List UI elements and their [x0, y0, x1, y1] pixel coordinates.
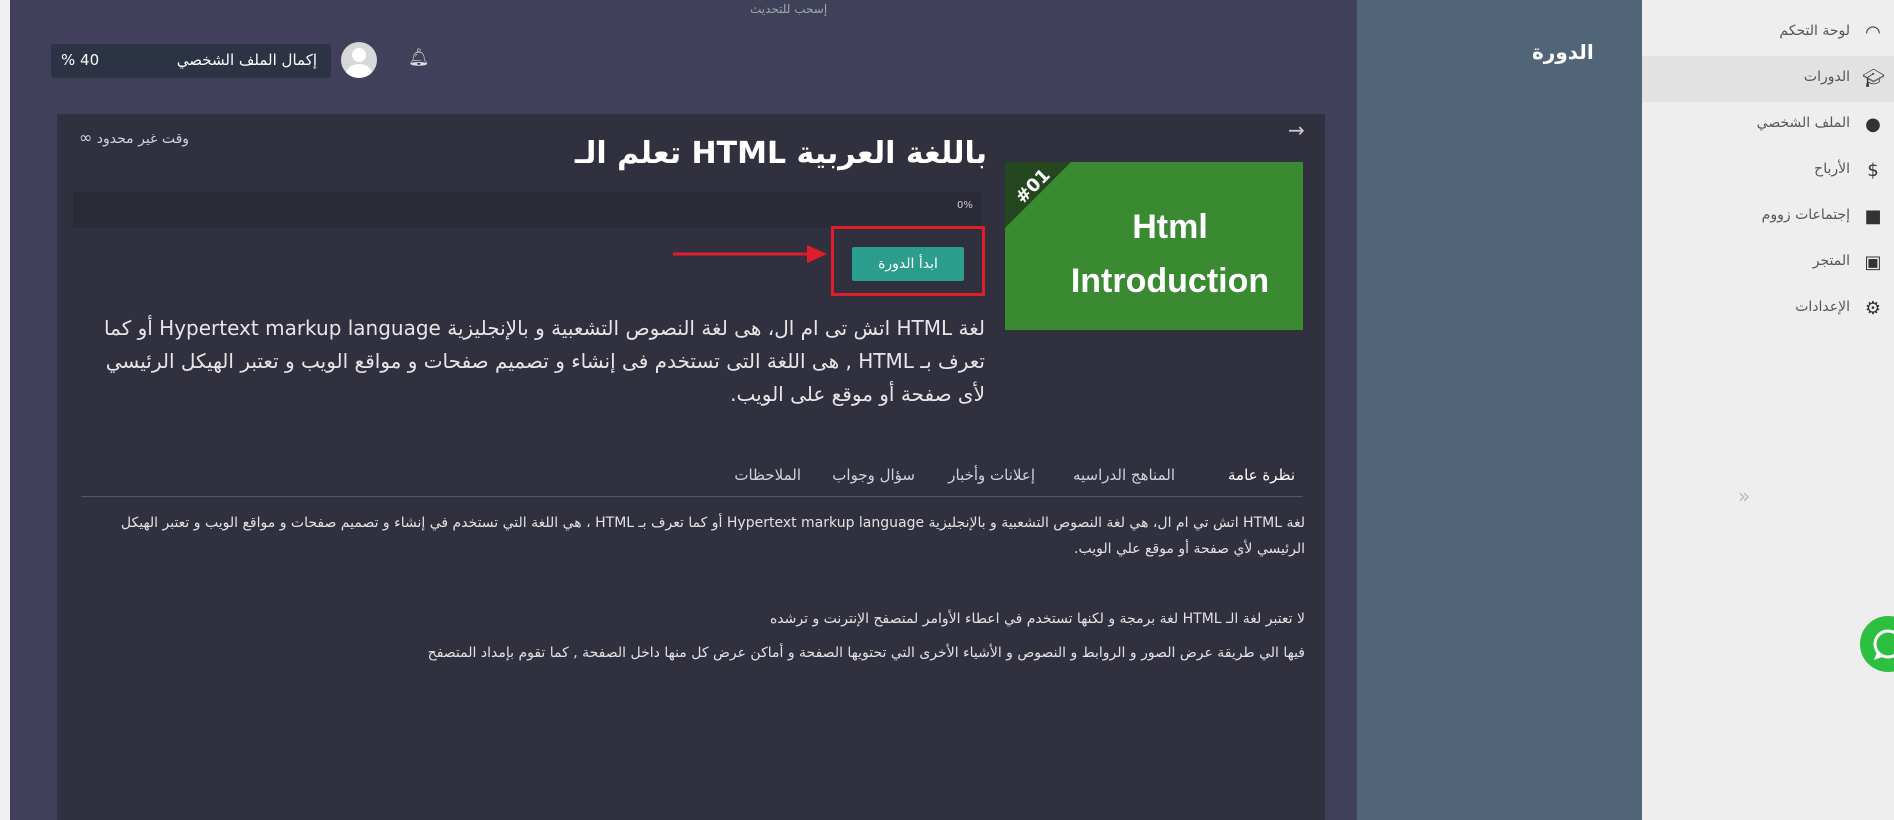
graduation-cap-icon: 🎓︎ [1862, 68, 1885, 89]
sidebar-item-label: المتجر [1812, 253, 1850, 269]
sidebar-item-store[interactable]: ▣ المتجر [1642, 240, 1894, 286]
sidebar-item-label: الملف الشخصي [1756, 115, 1850, 131]
whatsapp-icon [1873, 629, 1894, 660]
infinity-icon: ∞ [79, 128, 93, 147]
sidebar-item-label: لوحة التحكم [1779, 23, 1850, 39]
tab-announcements[interactable]: إعلانات وأخبار [948, 466, 1035, 484]
bell-icon[interactable]: 🔔︎ [408, 48, 430, 68]
progress-bar [73, 192, 981, 228]
tab-qa[interactable]: سؤال وجواب [832, 466, 915, 484]
time-limit: ∞ وقت غير محدود [79, 128, 190, 147]
overview-paragraph-1: لغة HTML اتش تي ام ال، هي لغة النصوص الت… [120, 515, 1305, 557]
overview-paragraph-3: فيها الي طريقة عرض الصور و الروابط و الن… [427, 645, 1305, 661]
course-card: → ∞ وقت غير محدود #01 Html Introduction … [57, 114, 1325, 820]
tab-curriculum[interactable]: المناهج الدراسيه [1073, 466, 1175, 484]
profile-completion-percent: % 40 [61, 51, 100, 69]
profile-completion-pill[interactable]: إكمال الملف الشخصي % 40 [51, 44, 331, 78]
chevron-double-right-icon[interactable]: » [1738, 484, 1750, 508]
overview-paragraph-2: لا تعتبر لغة الـ HTML لغة برمجة و لكنها … [769, 611, 1305, 627]
tab-notes[interactable]: الملاحظات [734, 466, 801, 484]
progress-text: 0% [957, 200, 973, 211]
sidebar-item-label: الإعدادات [1795, 299, 1850, 315]
start-course-button[interactable]: ابدأ الدورة [852, 247, 964, 281]
thumbnail-line2: Introduction [1070, 262, 1270, 300]
whatsapp-button[interactable] [1860, 616, 1894, 672]
content-area: إسحب للتحديث إكمال الملف الشخصي % 40 🔔︎ … [10, 0, 1357, 820]
arrow-right-icon[interactable]: → [1288, 118, 1305, 142]
sidebar-item-earnings[interactable]: $ الأرباح [1642, 148, 1894, 194]
tab-overview[interactable]: نظرة عامة [1228, 466, 1295, 484]
course-tabs: نظرة عامة المناهج الدراسيه إعلانات وأخبا… [57, 466, 1325, 496]
user-circle-icon: ● [1865, 114, 1881, 135]
profile-completion-label: إكمال الملف الشخصي [176, 51, 317, 69]
sidebar-item-profile[interactable]: ● الملف الشخصي [1642, 102, 1894, 148]
highlight-box: ابدأ الدورة [831, 226, 985, 296]
gear-icon: ⚙ [1864, 298, 1882, 319]
video-camera-icon: ■ [1864, 206, 1882, 227]
sidebar-item-courses[interactable]: 🎓︎ الدورات [1642, 56, 1894, 102]
pull-to-refresh-hint: إسحب للتحديث [750, 2, 828, 16]
sidebar: ◠ لوحة التحكم 🎓︎ الدورات ● الملف الشخصي … [1642, 0, 1894, 820]
gauge-icon: ◠ [1865, 22, 1881, 43]
course-description: لغة HTML اتش تى ام ال، هى لغة النصوص الت… [104, 316, 985, 406]
thumbnail-line1: Html [1132, 208, 1208, 246]
course-thumbnail: #01 Html Introduction [1005, 162, 1303, 330]
dollar-coin-icon: $ [1867, 160, 1879, 181]
sidebar-item-dashboard[interactable]: ◠ لوحة التحكم [1642, 10, 1894, 56]
avatar[interactable] [341, 42, 377, 78]
page-title: الدورة [1532, 40, 1594, 64]
course-header-panel: الدورة [1357, 0, 1642, 820]
sidebar-item-settings[interactable]: ⚙ الإعدادات [1642, 286, 1894, 332]
sidebar-item-label: إجتماعات زووم [1761, 207, 1850, 223]
annotation-arrow [673, 245, 827, 263]
sidebar-item-zoom[interactable]: ■ إجتماعات زووم [1642, 194, 1894, 240]
sidebar-item-label: الدورات [1803, 69, 1850, 85]
tabs-divider [81, 496, 1303, 497]
course-title: تعلم الـ HTML باللغة العربية [574, 136, 987, 171]
shopping-bag-icon: ▣ [1864, 252, 1882, 273]
sidebar-item-label: الأرباح [1814, 161, 1850, 177]
thumbnail-text: Html Introduction [1045, 200, 1295, 308]
